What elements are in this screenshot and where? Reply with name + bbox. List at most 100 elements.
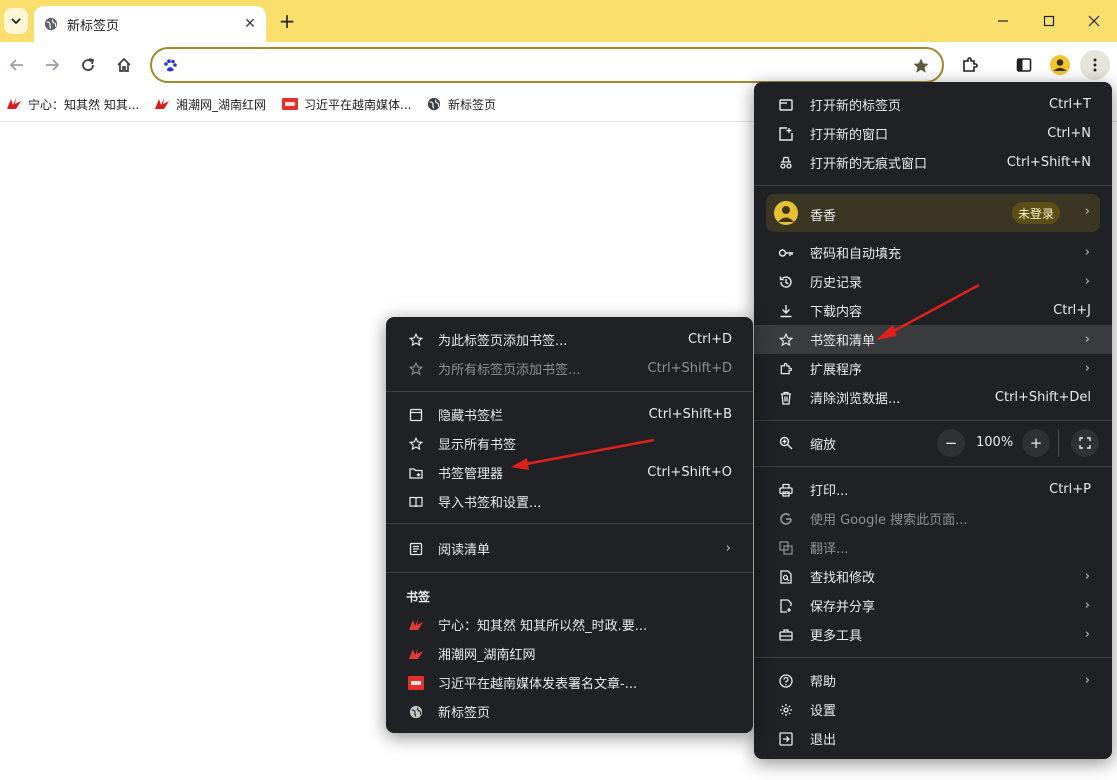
chevron-right-icon: › [1084,627,1090,642]
menu-extensions[interactable]: 扩展程序 › [754,354,1112,383]
tab-new-tab[interactable]: 新标签页 ✕ [34,6,266,42]
minimize-button[interactable] [980,6,1026,36]
home-icon [117,57,131,72]
home-button[interactable] [109,50,139,80]
menu-more-tools[interactable]: 更多工具 › [754,620,1112,649]
menu-history[interactable]: 历史记录 › [754,267,1112,296]
reload-button[interactable] [73,50,103,80]
menu-passwords[interactable]: 密码和自动填充 › [754,238,1112,267]
menu-divider [386,523,753,524]
new-window-icon [778,126,794,142]
side-panel-button[interactable] [1009,50,1039,80]
bookmark-item[interactable]: 新标签页 [426,94,496,114]
printer-icon [778,482,794,498]
new-tab-button[interactable]: + [276,9,298,33]
menu-divider [754,185,1112,186]
menu-divider [754,657,1112,658]
chevron-right-icon: › [1084,673,1090,688]
more-vert-icon [1093,58,1097,72]
tab-search-button[interactable] [4,8,28,34]
folder-star-icon [408,465,424,481]
menu-help[interactable]: 帮助 › [754,666,1112,695]
fullscreen-button[interactable] [1071,429,1099,457]
trash-icon [778,390,794,406]
chevron-right-icon: › [1084,245,1090,260]
submenu-reading-list[interactable]: 阅读清单 › [386,534,753,563]
menu-translate[interactable]: 翻译... [754,533,1112,562]
menu-incognito[interactable]: 打开新的无痕式窗口 Ctrl+Shift+N [754,148,1112,177]
signin-status-badge[interactable]: 未登录 [1012,202,1061,224]
submenu-bookmark-item[interactable]: 宁心：知其然 知其所以然_时政.要... [386,610,753,639]
bookmark-label: 宁心：知其然 知其... [28,97,140,112]
menu-new-window[interactable]: 打开新的窗口 Ctrl+N [754,119,1112,148]
find-doc-icon [778,569,794,585]
close-tab-icon[interactable]: ✕ [240,16,260,32]
menu-clear-browsing-data[interactable]: 清除浏览数据... Ctrl+Shift+Del [754,383,1112,412]
menu-bookmarks-and-lists[interactable]: 书签和清单 › [754,325,1112,354]
profile-button[interactable] [1045,50,1075,80]
translate-icon [778,540,794,556]
back-button[interactable] [2,50,32,80]
submenu-show-all-bookmarks[interactable]: 显示所有书签 [386,429,753,458]
save-share-icon [778,598,794,614]
profile-row[interactable]: 香香 未登录 › [766,194,1100,232]
bookmark-item[interactable]: 湘潮网_湖南红网 [154,94,266,114]
submenu-bookmark-this-tab[interactable]: 为此标签页添加书签... Ctrl+D [386,325,753,354]
reading-list-icon [408,541,424,557]
exit-icon [778,731,794,747]
submenu-hide-bookmarks-bar[interactable]: 隐藏书签栏 Ctrl+Shift+B [386,400,753,429]
close-window-button[interactable] [1071,6,1117,36]
bookmark-item[interactable]: 宁心：知其然 知其... [6,94,139,114]
incognito-icon [778,155,794,171]
address-bar[interactable] [150,47,944,83]
reload-icon [82,58,95,71]
submenu-bookmark-all-tabs[interactable]: 为所有标签页添加书签... Ctrl+Shift+D [386,354,753,383]
close-icon [1088,15,1100,27]
globe-icon [426,97,442,111]
book-icon [408,494,424,510]
chevron-right-icon: › [1084,204,1090,219]
chrome-main-menu: 打开新的标签页 Ctrl+T 打开新的窗口 Ctrl+N 打开新的无痕式窗口 C… [754,82,1112,759]
menu-save-and-share[interactable]: 保存并分享 › [754,591,1112,620]
menu-new-tab[interactable]: 打开新的标签页 Ctrl+T [754,90,1112,119]
menu-downloads[interactable]: 下载内容 Ctrl+J [754,296,1112,325]
tab-title: 新标签页 [67,18,120,34]
chevron-right-icon: › [1084,274,1090,289]
extensions-button[interactable] [955,50,985,80]
forward-button[interactable] [37,50,67,80]
chrome-menu-button[interactable] [1080,50,1110,80]
forward-arrow-icon [46,59,60,71]
submenu-bookmark-item[interactable]: 习近平在越南媒体发表署名文章-... [386,668,753,697]
menu-divider [386,572,753,573]
download-icon [778,303,794,319]
zoom-icon [778,435,794,451]
bookmark-label: 习近平在越南媒体... [304,97,412,112]
puzzle-icon [778,361,794,377]
menu-settings[interactable]: 设置 [754,695,1112,724]
minimize-icon [998,20,1008,22]
puzzle-icon [963,57,978,72]
baidu-paw-icon [164,59,177,72]
bookmarks-submenu: 为此标签页添加书签... Ctrl+D 为所有标签页添加书签... Ctrl+S… [386,317,753,733]
chevron-right-icon: › [1084,569,1090,584]
toutiao-fav-icon [282,97,298,111]
maximize-icon [1043,15,1055,27]
submenu-bookmark-item[interactable]: 湘潮网_湖南红网 [386,639,753,668]
bookmark-star-icon[interactable] [912,57,930,75]
red-fav-icon [408,617,424,633]
avatar-icon [1050,55,1070,75]
globe-icon [44,17,58,31]
submenu-import-bookmarks[interactable]: 导入书签和设置... [386,487,753,516]
submenu-bookmark-manager[interactable]: 书签管理器 Ctrl+Shift+O [386,458,753,487]
menu-search-with-google[interactable]: 使用 Google 搜索此页面... [754,504,1112,533]
submenu-bookmark-item[interactable]: 新标签页 [386,697,753,726]
menu-find-and-edit[interactable]: 查找和修改 › [754,562,1112,591]
back-arrow-icon [9,59,23,71]
fullscreen-icon [1079,437,1091,449]
menu-print[interactable]: 打印... Ctrl+P [754,475,1112,504]
bookmark-item[interactable]: 习近平在越南媒体... [282,94,411,114]
zoom-in-button[interactable]: + [1022,429,1050,457]
zoom-out-button[interactable]: − [937,429,965,457]
menu-exit[interactable]: 退出 [754,724,1112,753]
maximize-button[interactable] [1026,6,1072,36]
